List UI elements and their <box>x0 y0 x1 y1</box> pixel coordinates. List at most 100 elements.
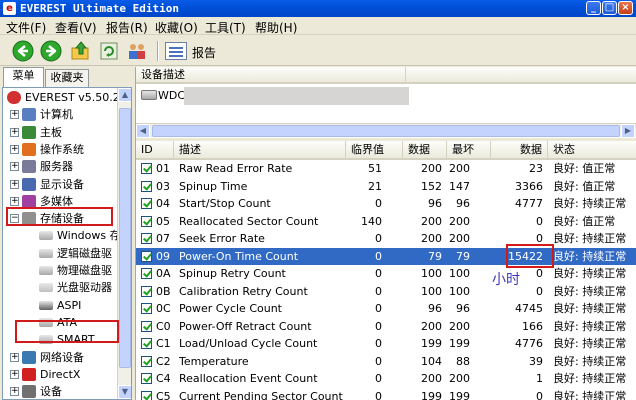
table-row[interactable]: C4 Reallocation Event Count 0 200 200 1 良好: 持续… <box>136 370 636 388</box>
row-checkbox[interactable] <box>141 320 152 332</box>
table-row[interactable]: C1 Load/Unload Cycle Count 0 199 199 4776 良好: … <box>136 335 636 353</box>
expand-icon[interactable]: + <box>10 369 19 379</box>
tree-item-label: 服务器 <box>40 160 73 174</box>
header-threshold[interactable]: 临界值 <box>346 141 403 160</box>
row-checkbox[interactable] <box>141 233 152 244</box>
users-button[interactable] <box>126 40 148 62</box>
back-button[interactable] <box>12 40 34 62</box>
scroll-left-icon[interactable]: ◀ <box>136 124 150 138</box>
scroll-right-icon[interactable]: ▶ <box>621 124 635 138</box>
horizontal-scrollbar[interactable]: ◀ ▶ <box>136 123 636 138</box>
menu-file[interactable]: 文件(F) <box>6 19 46 36</box>
expand-icon[interactable]: + <box>10 144 19 154</box>
cell-status: 良好: 持续正常 <box>553 249 627 263</box>
table-row[interactable]: C0 Power-Off Retract Count 0 200 200 166 良好: 持… <box>136 318 636 336</box>
close-button[interactable]: × <box>618 1 633 15</box>
cell-worst: 88 <box>456 354 470 368</box>
menu-help[interactable]: 帮助(H) <box>255 19 297 36</box>
tree-scroll-thumb[interactable] <box>119 108 131 368</box>
expand-icon[interactable]: + <box>10 352 19 362</box>
drive-icon <box>39 248 53 258</box>
table-row[interactable]: 09 Power-On Time Count 0 79 79 15422 良好: 持续正常 <box>136 247 636 265</box>
tree-item-label: 操作系统 <box>40 142 84 156</box>
row-checkbox[interactable] <box>141 355 152 367</box>
forward-button[interactable] <box>40 40 62 62</box>
scroll-up-icon[interactable]: ▲ <box>118 88 131 102</box>
table-row[interactable]: C2 Temperature 0 104 88 39 良好: 持续正常 <box>136 353 636 371</box>
tab-menu[interactable]: 菜单 <box>3 67 44 87</box>
menu-view[interactable]: 查看(V) <box>55 19 97 36</box>
cell-threshold: 0 <box>375 267 382 280</box>
cell-raw-data: 4745 <box>515 302 543 315</box>
tab-favorites[interactable]: 收藏夹 <box>45 69 89 87</box>
device-description-header[interactable]: 设备描述 <box>136 67 406 84</box>
table-row[interactable]: 07 Seek Error Rate 0 200 200 0 良好: 持续正常 <box>136 230 636 248</box>
cell-raw-data: 0 <box>536 214 543 228</box>
toolbar-separator <box>157 41 159 61</box>
maximize-button[interactable]: □ <box>602 1 617 15</box>
row-checkbox[interactable] <box>141 373 152 384</box>
window-title: EVEREST Ultimate Edition <box>20 2 179 15</box>
up-button[interactable] <box>70 40 92 62</box>
cell-raw-data: 166 <box>522 319 543 333</box>
tree-item-label: 光盘驱动器 <box>57 281 112 295</box>
table-row[interactable]: C5 Current Pending Sector Count 0 199 199 0 良好… <box>136 388 636 400</box>
cell-id: 0C <box>156 302 171 315</box>
row-checkbox[interactable] <box>141 303 152 314</box>
row-checkbox[interactable] <box>141 215 152 227</box>
cell-status: 良好: 值正常 <box>553 179 616 193</box>
expand-icon[interactable]: + <box>10 127 19 137</box>
hours-annotation: 小时 <box>492 272 520 288</box>
row-checkbox[interactable] <box>141 338 152 349</box>
cell-value: 104 <box>421 354 442 368</box>
cell-description: Power-On Time Count <box>179 249 299 263</box>
row-checkbox[interactable] <box>141 163 152 174</box>
menu-report[interactable]: 报告(R) <box>106 19 148 36</box>
row-checkbox[interactable] <box>141 198 152 209</box>
row-checkbox[interactable] <box>141 285 152 297</box>
row-checkbox[interactable] <box>141 268 152 279</box>
cell-threshold: 51 <box>368 162 382 175</box>
expand-icon[interactable]: + <box>10 179 19 189</box>
display-icon <box>22 177 36 191</box>
expand-icon[interactable]: + <box>10 387 19 397</box>
row-checkbox[interactable] <box>141 390 152 400</box>
menu-favorites[interactable]: 收藏(O) <box>155 19 198 36</box>
expand-icon[interactable]: + <box>10 162 19 172</box>
cell-description: Reallocation Event Count <box>179 372 318 385</box>
header-raw-data[interactable]: 数据 <box>491 141 548 160</box>
row-checkbox[interactable] <box>141 180 152 192</box>
header-value[interactable]: 数据 <box>403 141 447 160</box>
horizontal-scroll-thumb[interactable] <box>152 125 620 137</box>
header-status[interactable]: 状态 <box>548 141 636 160</box>
expand-icon[interactable]: + <box>10 110 19 120</box>
cell-worst: 96 <box>456 197 470 210</box>
refresh-icon <box>100 42 118 60</box>
highlight-storage <box>6 207 113 226</box>
table-row[interactable]: 0B Calibration Retry Count 0 100 100 0 良好: 持续正… <box>136 283 636 301</box>
row-checkbox[interactable] <box>141 250 152 262</box>
cell-status: 良好: 值正常 <box>553 214 616 228</box>
header-worst[interactable]: 最坏 <box>447 141 491 160</box>
cell-value: 200 <box>421 232 442 245</box>
table-row[interactable]: 04 Start/Stop Count 0 96 96 4777 良好: 持续正常 <box>136 195 636 213</box>
table-row[interactable]: 05 Reallocated Sector Count 140 200 200 0 良好: … <box>136 213 636 231</box>
minimize-button[interactable]: _ <box>586 1 601 15</box>
header-description[interactable]: 描述 <box>174 141 346 160</box>
table-row[interactable]: 03 Spinup Time 21 152 147 3366 良好: 值正常 <box>136 178 636 196</box>
table-row[interactable]: 0C Power Cycle Count 0 96 96 4745 良好: 持续正常 <box>136 300 636 318</box>
back-arrow-icon <box>12 40 34 62</box>
smart-table: ID 描述 临界值 数据 最坏 数据 状态 01 Raw Read Error R… <box>136 141 636 400</box>
expand-icon[interactable]: + <box>10 196 19 206</box>
refresh-button[interactable] <box>98 40 120 62</box>
device-header-filler <box>406 67 636 84</box>
smart-table-header: ID 描述 临界值 数据 最坏 数据 状态 <box>136 141 636 160</box>
table-row[interactable]: 01 Raw Read Error Rate 51 200 200 23 良好: 值正常 <box>136 160 636 178</box>
cell-id: 03 <box>156 179 170 193</box>
scroll-down-icon[interactable]: ▼ <box>118 385 131 399</box>
menu-tools[interactable]: 工具(T) <box>205 19 246 36</box>
cell-id: 09 <box>156 249 170 263</box>
tree-scrollbar[interactable]: ▲ ▼ <box>117 88 131 399</box>
header-id[interactable]: ID <box>136 141 174 160</box>
table-row[interactable]: 0A Spinup Retry Count 0 100 100 0 良好: 持续正常 <box>136 265 636 283</box>
